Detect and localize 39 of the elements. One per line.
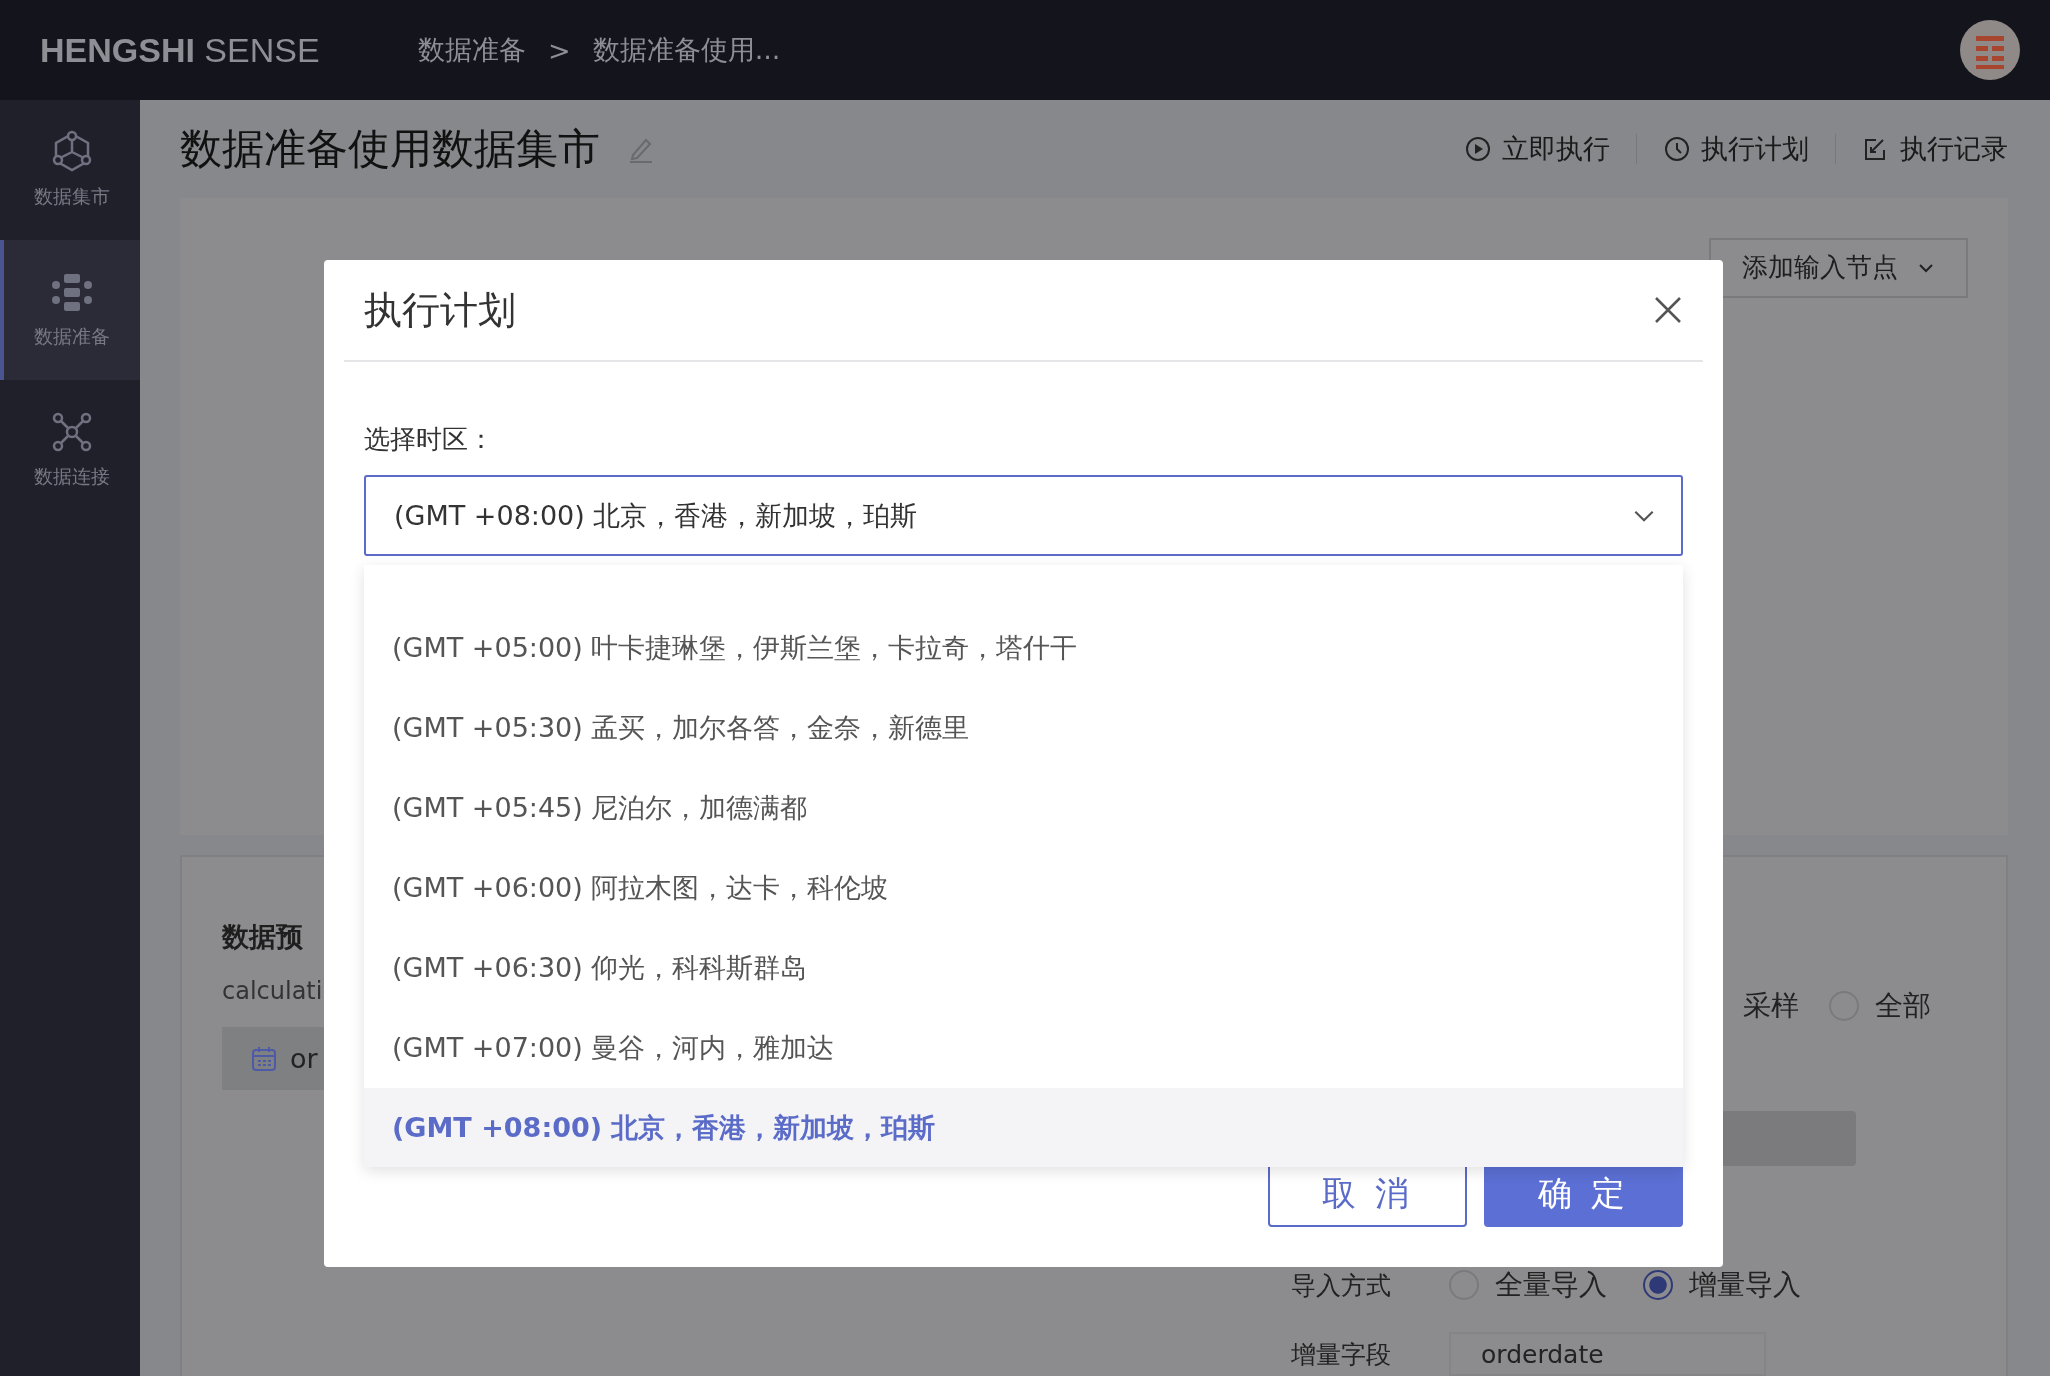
- clock-icon: [1663, 134, 1691, 163]
- breadcrumb-link[interactable]: 数据准备使用...: [592, 32, 781, 68]
- radio-option[interactable]: 全部: [1829, 987, 1931, 1025]
- radio-label: 采样: [1743, 988, 1799, 1024]
- field-select[interactable]: orderdate: [1449, 1332, 1766, 1376]
- breadcrumb-link[interactable]: 数据准备: [418, 32, 526, 68]
- radio-option[interactable]: 增量导入: [1643, 1266, 1801, 1304]
- radio-option[interactable]: 全量导入: [1449, 1266, 1607, 1304]
- timezone-select[interactable]: (GMT +08:00) 北京，香港，新加坡，珀斯: [364, 475, 1683, 556]
- sidebar-item[interactable]: 数据集市: [0, 100, 140, 240]
- form-label: 增量字段: [1291, 1338, 1392, 1371]
- toolbar-action[interactable]: 立即执行: [1464, 130, 1610, 167]
- network-icon: [50, 410, 94, 454]
- close-icon[interactable]: [1653, 295, 1683, 325]
- stripes-avatar-icon[interactable]: [1960, 20, 2020, 80]
- dropdown-option[interactable]: (GMT +06:00) 阿拉木图，达卡，科伦坡: [364, 848, 1683, 928]
- play-icon: [1464, 134, 1492, 163]
- dialog-title: 执行计划: [364, 286, 516, 334]
- toolbar-action[interactable]: 执行记录: [1862, 130, 2008, 167]
- toolbar-action[interactable]: 执行计划: [1663, 130, 1809, 167]
- dropdown-option[interactable]: (GMT +07:00) 曼谷，河内，雅加达: [364, 1008, 1683, 1088]
- sidebar-item[interactable]: 数据准备: [0, 240, 140, 380]
- hexagon-nodes-icon: [50, 130, 94, 174]
- sidebar-item[interactable]: 数据连接: [0, 380, 140, 520]
- field-label: 选择时区：: [364, 423, 495, 456]
- form-label: 导入方式: [1291, 1269, 1392, 1302]
- chip-label: or: [290, 1043, 318, 1074]
- breadcrumb-separator: >: [548, 34, 571, 66]
- add-node-dropdown[interactable]: 添加输入节点: [1709, 237, 1968, 298]
- page-title: 数据准备使用数据集市: [180, 122, 600, 175]
- dropdown-option[interactable]: (GMT +08:00) 北京，香港，新加坡，珀斯: [364, 1088, 1683, 1167]
- dropdown-option[interactable]: (GMT +05:30) 孟买，加尔各答，金奈，新德里: [364, 688, 1683, 768]
- calendar-icon: [250, 1044, 278, 1073]
- dropdown-option[interactable]: (GMT +05:00) 叶卡捷琳堡，伊斯兰堡，卡拉奇，塔什干: [364, 608, 1683, 688]
- table-name: calculati: [222, 977, 323, 1005]
- dropdown-option[interactable]: (GMT +05:45) 尼泊尔，加德满都: [364, 768, 1683, 848]
- dropdown-option[interactable]: (GMT +06:30) 仰光，科科斯群岛: [364, 928, 1683, 1008]
- section-title: 数据预: [222, 920, 303, 954]
- logo: HENGSHI SENSE: [40, 30, 321, 70]
